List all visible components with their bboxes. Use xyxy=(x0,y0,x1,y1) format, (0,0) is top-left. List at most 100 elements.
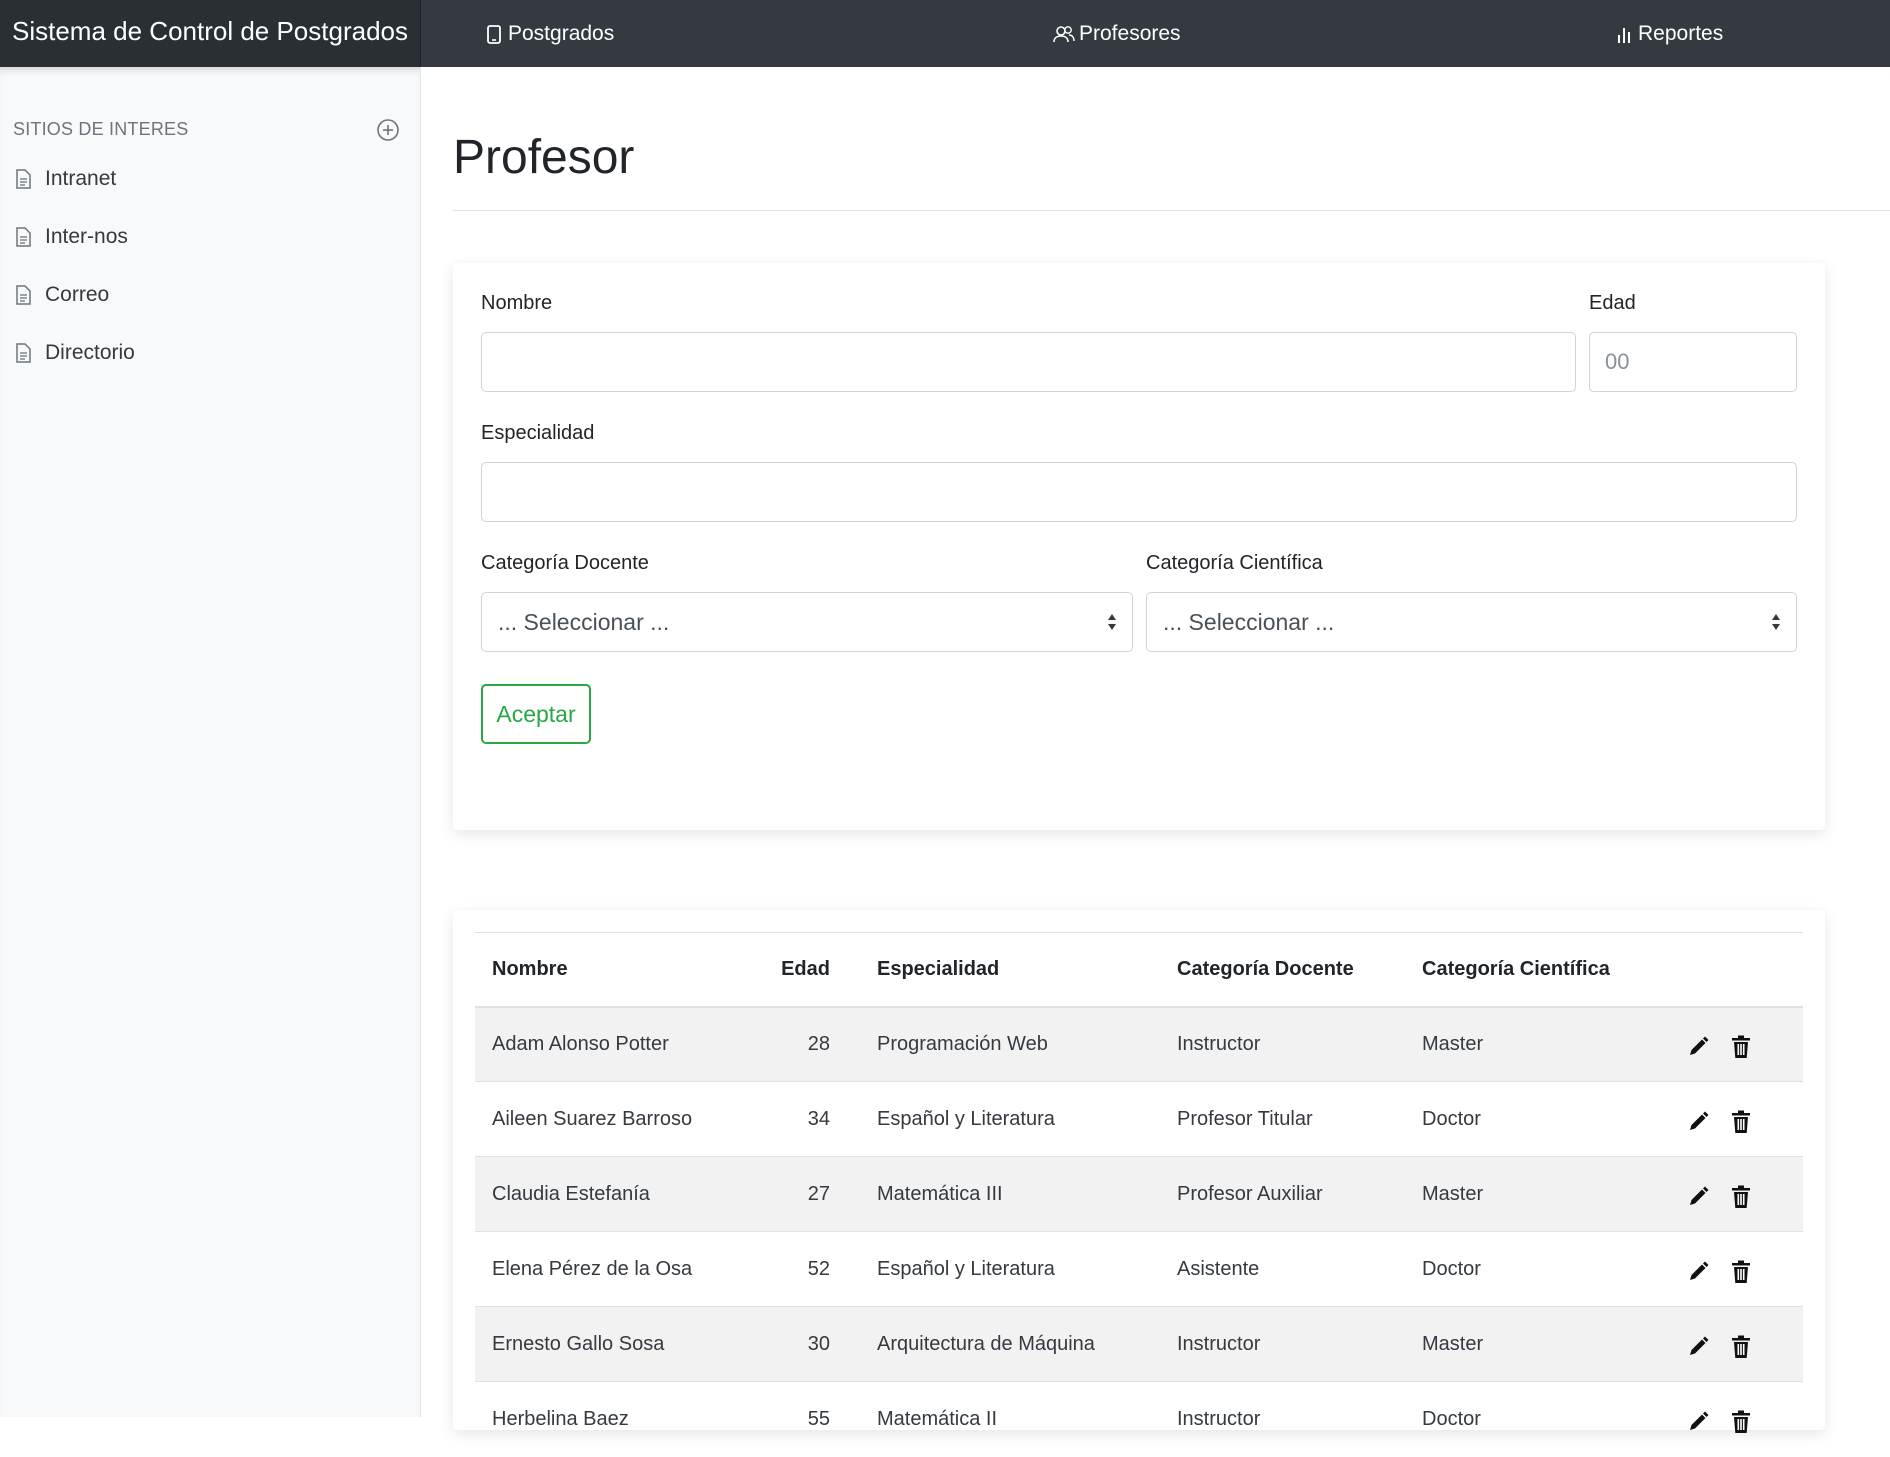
cell-edad: 52 xyxy=(748,1231,860,1307)
cell-nombre: Elena Pérez de la Osa xyxy=(475,1231,748,1307)
sidebar-item-inter-nos[interactable]: Inter-nos xyxy=(13,220,128,254)
sidebar-item-label: Correo xyxy=(45,283,110,306)
cell-categoria-docente: Instructor xyxy=(1160,1006,1405,1082)
cell-especialidad: Matemática II xyxy=(860,1381,1160,1457)
especialidad-label: Especialidad xyxy=(481,422,595,444)
edad-input[interactable] xyxy=(1589,332,1797,392)
sidebar-item-directorio[interactable]: Directorio xyxy=(13,336,135,370)
cell-categoria-cientifica: Master xyxy=(1405,1006,1670,1082)
column-header-categoria-docente[interactable]: Categoría Docente xyxy=(1160,932,1405,1008)
cell-categoria-docente: Instructor xyxy=(1160,1381,1405,1457)
pencil-icon[interactable] xyxy=(1687,1259,1711,1285)
categoria-docente-value: ... Seleccionar ... xyxy=(498,609,670,635)
pencil-icon[interactable] xyxy=(1687,1034,1711,1060)
column-header-actions xyxy=(1670,932,1803,1008)
plus-circle-icon[interactable] xyxy=(376,118,400,142)
file-text-icon xyxy=(16,343,31,363)
categoria-docente-select[interactable]: ... Seleccionar ... xyxy=(481,592,1133,652)
accept-button[interactable]: Aceptar xyxy=(481,684,591,744)
sort-arrows-icon xyxy=(1108,614,1116,630)
table-row: Adam Alonso Potter 28 Programación Web I… xyxy=(475,1006,1803,1082)
cell-actions xyxy=(1670,1306,1803,1382)
cell-categoria-cientifica: Doctor xyxy=(1405,1231,1670,1307)
nav-profesores[interactable]: Profesores xyxy=(1053,0,1181,67)
cell-especialidad: Programación Web xyxy=(860,1006,1160,1082)
cell-categoria-docente: Instructor xyxy=(1160,1306,1405,1382)
cell-categoria-docente: Profesor Auxiliar xyxy=(1160,1156,1405,1232)
cell-categoria-docente: Profesor Titular xyxy=(1160,1081,1405,1157)
tablet-icon xyxy=(487,24,501,44)
app-title[interactable]: Sistema de Control de Postgrados xyxy=(0,0,421,67)
table-row: Claudia Estefanía 27 Matemática III Prof… xyxy=(475,1156,1803,1232)
table-row: Elena Pérez de la Osa 52 Español y Liter… xyxy=(475,1231,1803,1307)
file-text-icon xyxy=(16,169,31,189)
cell-especialidad: Español y Literatura xyxy=(860,1231,1160,1307)
pencil-icon[interactable] xyxy=(1687,1409,1711,1435)
file-text-icon xyxy=(16,285,31,305)
pencil-icon[interactable] xyxy=(1687,1184,1711,1210)
sort-arrows-icon xyxy=(1772,614,1780,630)
page-title: Profesor xyxy=(453,131,635,184)
file-text-icon xyxy=(16,227,31,247)
sidebar-heading: SITIOS DE INTERES xyxy=(13,119,189,139)
bar-chart-icon xyxy=(1618,27,1630,43)
cell-actions xyxy=(1670,1381,1803,1457)
sidebar-item-correo[interactable]: Correo xyxy=(13,278,109,312)
cell-nombre: Herbelina Baez xyxy=(475,1381,748,1457)
sidebar-item-intranet[interactable]: Intranet xyxy=(13,162,116,196)
cell-actions xyxy=(1670,1006,1803,1082)
cell-especialidad: Español y Literatura xyxy=(860,1081,1160,1157)
cell-categoria-docente: Asistente xyxy=(1160,1231,1405,1307)
trash-icon[interactable] xyxy=(1729,1259,1753,1285)
column-header-nombre[interactable]: Nombre xyxy=(475,932,748,1008)
edad-label: Edad xyxy=(1589,292,1636,314)
users-icon xyxy=(1053,25,1075,42)
cell-categoria-cientifica: Master xyxy=(1405,1306,1670,1382)
trash-icon[interactable] xyxy=(1729,1334,1753,1360)
cell-actions xyxy=(1670,1156,1803,1232)
cell-nombre: Claudia Estefanía xyxy=(475,1156,748,1232)
top-navbar: Sistema de Control de Postgrados Postgra… xyxy=(0,0,1890,67)
categoria-cientifica-value: ... Seleccionar ... xyxy=(1163,609,1335,635)
table-row: Ernesto Gallo Sosa 30 Arquitectura de Má… xyxy=(475,1306,1803,1382)
pencil-icon[interactable] xyxy=(1687,1334,1711,1360)
table-row: Herbelina Baez 55 Matemática II Instruct… xyxy=(475,1381,1803,1457)
sidebar-item-label: Directorio xyxy=(45,341,135,364)
table-row: Aileen Suarez Barroso 34 Español y Liter… xyxy=(475,1081,1803,1157)
nav-profesores-label: Profesores xyxy=(1079,21,1181,45)
pencil-icon[interactable] xyxy=(1687,1109,1711,1135)
cell-actions xyxy=(1670,1231,1803,1307)
title-divider xyxy=(453,210,1890,211)
cell-nombre: Ernesto Gallo Sosa xyxy=(475,1306,748,1382)
cell-especialidad: Matemática III xyxy=(860,1156,1160,1232)
trash-icon[interactable] xyxy=(1729,1409,1753,1435)
table-header-row: Nombre Edad Especialidad Categoría Docen… xyxy=(475,932,1803,1008)
cell-edad: 30 xyxy=(748,1306,860,1382)
especialidad-input[interactable] xyxy=(481,462,1797,522)
cell-edad: 34 xyxy=(748,1081,860,1157)
categoria-cientifica-select[interactable]: ... Seleccionar ... xyxy=(1146,592,1797,652)
nav-reportes[interactable]: Reportes xyxy=(1614,0,1723,67)
categoria-cientifica-label: Categoría Científica xyxy=(1146,552,1323,574)
trash-icon[interactable] xyxy=(1729,1184,1753,1210)
nombre-input[interactable] xyxy=(481,332,1576,392)
nav-reportes-label: Reportes xyxy=(1638,21,1724,45)
cell-edad: 28 xyxy=(748,1006,860,1082)
categoria-docente-label: Categoría Docente xyxy=(481,552,649,574)
profesores-table: Nombre Edad Especialidad Categoría Docen… xyxy=(475,932,1803,1457)
sidebar-item-label: Inter-nos xyxy=(45,225,128,248)
cell-actions xyxy=(1670,1081,1803,1157)
column-header-categoria-cientifica[interactable]: Categoría Científica xyxy=(1405,932,1670,1008)
trash-icon[interactable] xyxy=(1729,1034,1753,1060)
cell-nombre: Adam Alonso Potter xyxy=(475,1006,748,1082)
cell-categoria-cientifica: Doctor xyxy=(1405,1381,1670,1457)
cell-categoria-cientifica: Doctor xyxy=(1405,1081,1670,1157)
column-header-edad[interactable]: Edad xyxy=(748,932,860,1008)
column-header-especialidad[interactable]: Especialidad xyxy=(860,932,1160,1008)
nav-postgrados[interactable]: Postgrados xyxy=(484,0,614,67)
nombre-label: Nombre xyxy=(481,292,553,314)
sidebar: SITIOS DE INTERES Intranet Inter-nos Cor… xyxy=(0,67,421,1417)
cell-nombre: Aileen Suarez Barroso xyxy=(475,1081,748,1157)
cell-edad: 27 xyxy=(748,1156,860,1232)
trash-icon[interactable] xyxy=(1729,1109,1753,1135)
